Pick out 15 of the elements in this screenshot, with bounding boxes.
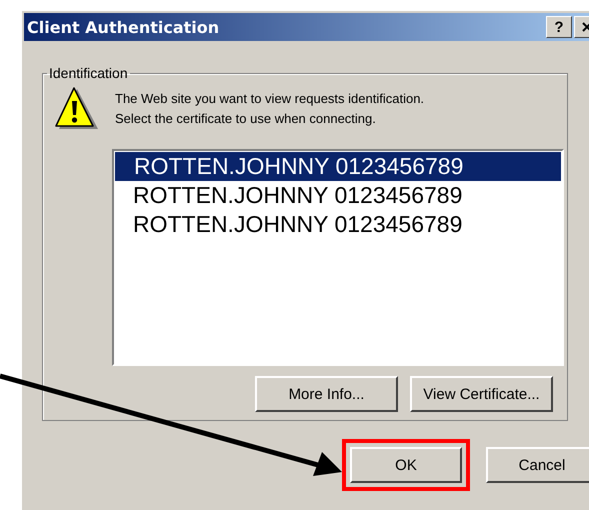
- certificate-item[interactable]: ROTTEN.JOHNNY 0123456789: [115, 152, 561, 181]
- certificate-item[interactable]: ROTTEN.JOHNNY 0123456789: [115, 210, 561, 239]
- certificate-list[interactable]: ROTTEN.JOHNNY 0123456789 ROTTEN.JOHNNY 0123456789 ROTTEN.JOHNNY 0123456789: [112, 149, 564, 366]
- warning-icon: [55, 87, 101, 131]
- ok-button[interactable]: OK: [350, 447, 462, 483]
- certificate-item[interactable]: ROTTEN.JOHNNY 0123456789: [115, 181, 561, 210]
- view-certificate-button[interactable]: View Certificate...: [410, 376, 553, 412]
- help-button[interactable]: ?: [546, 16, 572, 38]
- message-text: The Web site you want to view requests identification.: [115, 90, 424, 108]
- window-title: Client Authentication: [27, 18, 220, 36]
- message-text: Select the certificate to use when connecting.: [115, 110, 377, 128]
- group-label: Identification: [48, 65, 129, 81]
- close-icon: [582, 22, 589, 32]
- more-info-button[interactable]: More Info...: [255, 376, 398, 412]
- cancel-button[interactable]: Cancel: [486, 447, 589, 483]
